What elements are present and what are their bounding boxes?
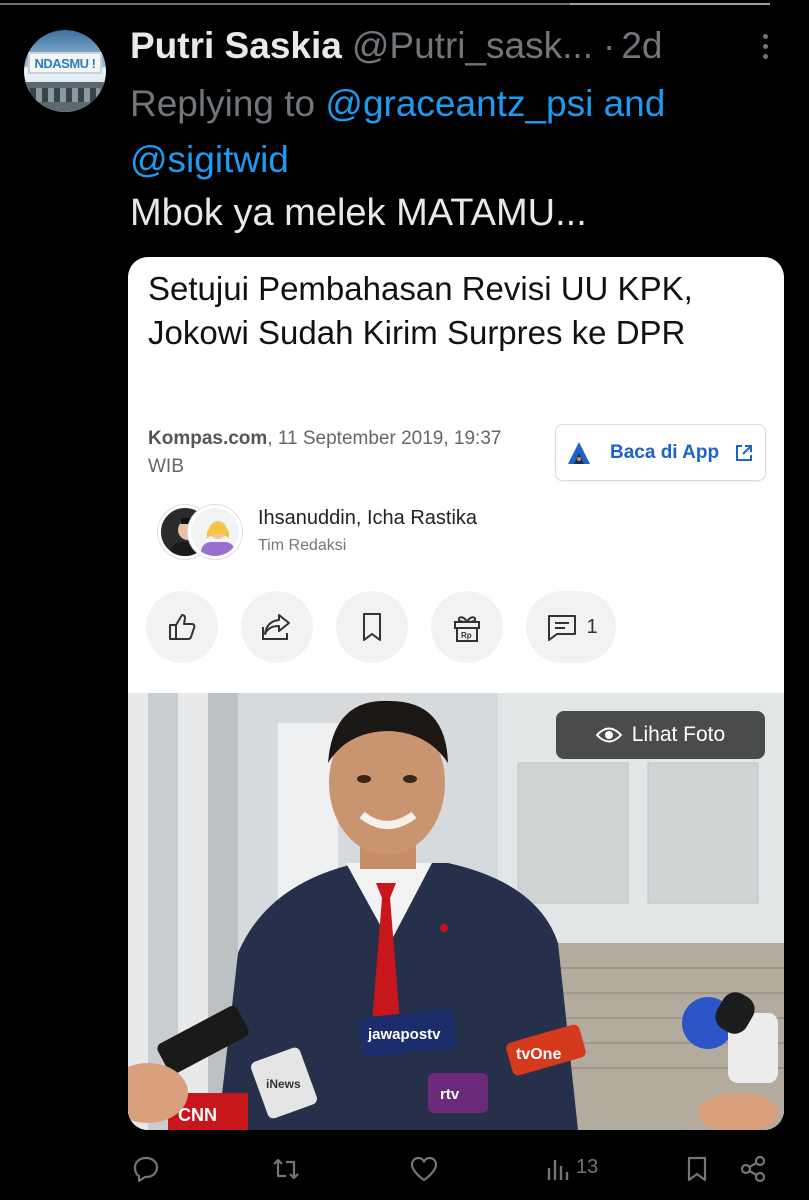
like-button[interactable]	[146, 591, 218, 663]
svg-text:Rp: Rp	[461, 631, 472, 640]
replying-to: Replying to @graceantz_psi and @sigitwid	[130, 76, 790, 188]
mention-link[interactable]: @sigitwid	[130, 139, 289, 180]
article-team: Tim Redaksi	[258, 537, 347, 554]
mic-label: iNews	[266, 1077, 301, 1091]
replying-prefix: Replying to	[130, 83, 316, 124]
gift-button[interactable]: Rp	[431, 591, 503, 663]
more-options-icon[interactable]	[758, 34, 772, 64]
eye-icon	[595, 727, 622, 743]
author-name[interactable]: Putri Saskia	[130, 25, 342, 67]
author-avatars	[158, 505, 248, 561]
share-icon[interactable]	[738, 1154, 768, 1184]
author-handle[interactable]: @Putri_sask...	[352, 25, 593, 67]
tweet-header: Putri Saskia @Putri_sask... · 2d	[130, 22, 760, 70]
bookmark-icon	[363, 613, 381, 641]
kompas-logo-icon	[568, 441, 590, 464]
view-photo-button[interactable]: Lihat Foto	[556, 711, 765, 759]
tweet-time[interactable]: 2d	[621, 25, 662, 67]
mic-label: tvOne	[516, 1046, 561, 1063]
share-icon	[262, 614, 290, 640]
top-divider	[0, 0, 809, 8]
article-authors[interactable]: Ihsanuddin, Icha Rastika	[258, 507, 477, 530]
time-separator: ·	[602, 25, 616, 66]
mic-label: rtv	[440, 1086, 460, 1103]
author-avatar-2[interactable]	[188, 505, 242, 559]
mention-link[interactable]: @graceantz_psi	[325, 83, 593, 124]
avatar-sign: NDASMU !	[28, 52, 102, 74]
views-count: 13	[576, 1156, 599, 1178]
article-actions: Rp 1	[146, 591, 639, 663]
thread-line-highlight	[570, 3, 770, 5]
article-title[interactable]: Setujui Pembahasan Revisi UU KPK, Jokowi…	[148, 267, 768, 355]
article-photo[interactable]: jawapostv tvOne CNN iNews rtv Lihat Foto	[128, 693, 784, 1130]
thread-line	[0, 3, 600, 5]
views-icon[interactable]	[543, 1154, 573, 1184]
comment-button[interactable]: 1	[526, 591, 616, 663]
article-source: Kompas.com	[148, 428, 268, 449]
retweet-icon[interactable]	[271, 1154, 301, 1184]
reply-icon[interactable]	[131, 1154, 161, 1184]
share-button[interactable]	[241, 591, 313, 663]
mic-label: jawapostv	[367, 1026, 441, 1043]
mic-label: CNN	[178, 1105, 217, 1125]
open-in-app-label: Baca di App	[610, 441, 720, 463]
open-in-app-button[interactable]: Baca di App	[555, 424, 766, 481]
tweet-text: Mbok ya melek MATAMU...	[130, 192, 587, 234]
mention-joiner: and	[603, 83, 666, 124]
tweet-actions: 13	[0, 1146, 809, 1194]
article-meta: Kompas.com, 11 September 2019, 19:37 WIB	[148, 425, 508, 481]
external-link-icon	[736, 444, 753, 461]
article-card[interactable]: Setujui Pembahasan Revisi UU KPK, Jokowi…	[128, 257, 784, 1130]
bookmark-button[interactable]	[336, 591, 408, 663]
author-avatar[interactable]: NDASMU !	[24, 30, 106, 112]
like-icon[interactable]	[409, 1154, 439, 1184]
comment-count: 1	[586, 615, 598, 638]
view-photo-label: Lihat Foto	[631, 723, 726, 746]
bookmark-icon[interactable]	[682, 1154, 712, 1184]
comment-icon	[548, 615, 577, 641]
gift-icon: Rp	[454, 616, 480, 642]
thumbs-up-icon	[169, 614, 196, 640]
